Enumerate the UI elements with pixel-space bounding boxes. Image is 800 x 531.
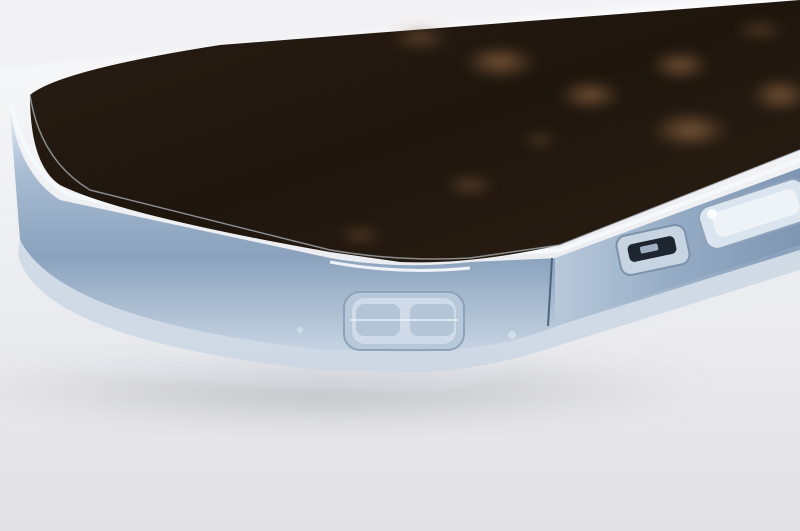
volume-button bbox=[343, 291, 465, 351]
phone-photo bbox=[0, 0, 800, 531]
photo-scene bbox=[0, 0, 800, 531]
case-detail bbox=[508, 331, 516, 339]
case-detail-2 bbox=[297, 327, 303, 333]
